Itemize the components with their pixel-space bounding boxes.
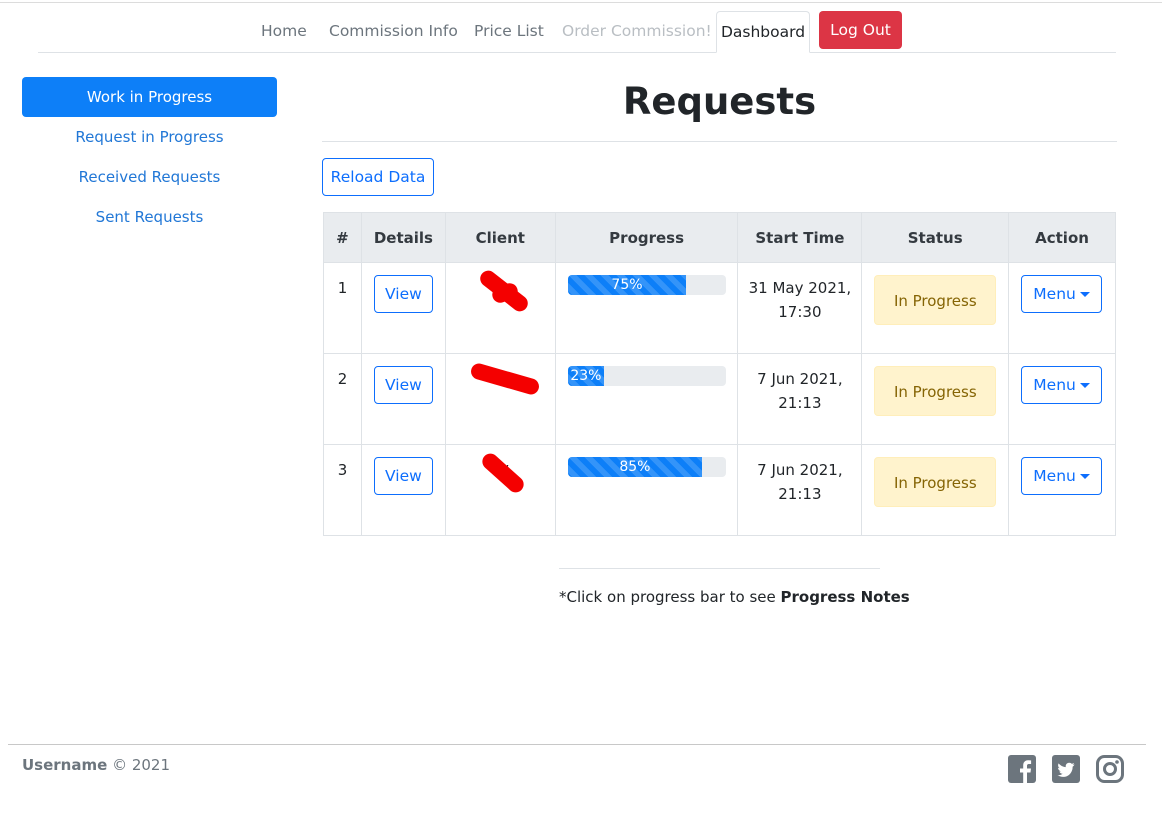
progress-cell: 23% — [554, 353, 739, 445]
header-client: Client — [444, 212, 556, 263]
nav-home[interactable]: Home — [261, 22, 307, 40]
sidebar-item-work-in-progress[interactable]: Work in Progress — [22, 77, 277, 117]
row-number: 2 — [323, 353, 362, 445]
instagram-icon[interactable] — [1096, 755, 1124, 783]
header-progress: Progress — [554, 212, 739, 263]
tab-dashboard[interactable]: Dashboard — [716, 11, 810, 53]
header-number: # — [323, 212, 362, 263]
status-badge: In Progress — [874, 275, 997, 325]
progress-cell: 75% — [554, 262, 739, 354]
view-button[interactable]: View — [373, 275, 433, 313]
start-date: 7 Jun 2021, — [757, 461, 843, 479]
progress-fill: 23% — [567, 366, 605, 386]
note-bold-text: Progress Notes — [780, 588, 910, 606]
start-time: 7 Jun 2021, 21:13 — [737, 353, 863, 445]
progress-note: *Click on progress bar to see Progress N… — [559, 588, 910, 606]
start-time: 31 May 2021, 17:30 — [737, 262, 863, 354]
row-number: 1 — [323, 262, 362, 354]
title-divider — [322, 141, 1117, 142]
client-cell: vuu — [444, 353, 556, 445]
start-clock: 21:13 — [778, 394, 822, 412]
header-start-time: Start Time — [737, 212, 863, 263]
nav-commission-info[interactable]: Commission Info — [329, 22, 458, 40]
menu-dropdown-button[interactable]: Menu — [1021, 366, 1103, 404]
view-button[interactable]: View — [373, 366, 433, 404]
nav-price-list[interactable]: Price List — [474, 22, 544, 40]
start-clock: 17:30 — [778, 303, 822, 321]
start-clock: 21:13 — [778, 485, 822, 503]
facebook-icon[interactable] — [1008, 755, 1036, 783]
header-action: Action — [1008, 212, 1116, 263]
sidebar-item-received-requests[interactable]: Received Requests — [22, 157, 277, 197]
table-header-row: # Details Client Progress Start Time Sta… — [323, 212, 1116, 263]
table-row: 2 View vuu 23% 7 Jun 2021, 21:13 In Prog… — [323, 353, 1116, 445]
menu-dropdown-button[interactable]: Menu — [1021, 275, 1103, 313]
client-cell: ke — [444, 262, 556, 354]
menu-label: Menu — [1033, 285, 1076, 303]
progress-bar[interactable]: 85% — [567, 457, 726, 477]
start-date: 31 May 2021, — [748, 279, 852, 297]
footer-year: © 2021 — [107, 756, 171, 774]
start-date: 7 Jun 2021, — [757, 370, 843, 388]
footer-divider — [8, 744, 1146, 745]
progress-fill: 75% — [567, 275, 687, 295]
progress-bar[interactable]: 75% — [567, 275, 726, 295]
menu-label: Menu — [1033, 376, 1076, 394]
start-time: 7 Jun 2021, 21:13 — [737, 444, 863, 536]
row-number: 3 — [323, 444, 362, 536]
page-title: Requests — [622, 80, 817, 123]
note-divider — [559, 568, 880, 569]
caret-down-icon — [1079, 474, 1090, 479]
reload-data-button[interactable]: Reload Data — [322, 158, 434, 196]
footer-copyright: Username © 2021 — [22, 756, 170, 774]
header-details: Details — [360, 212, 446, 263]
logout-button[interactable]: Log Out — [819, 11, 902, 49]
client-cell: vy — [444, 444, 556, 536]
sidebar-item-request-in-progress[interactable]: Request in Progress — [22, 117, 277, 157]
status-badge: In Progress — [874, 366, 997, 416]
menu-dropdown-button[interactable]: Menu — [1021, 457, 1103, 495]
note-text: *Click on progress bar to see — [559, 588, 781, 606]
top-nav: Home Commission Info Price List Order Co… — [38, 0, 1116, 53]
progress-fill: 85% — [567, 457, 703, 477]
caret-down-icon — [1079, 292, 1090, 297]
status-badge: In Progress — [874, 457, 997, 507]
progress-bar[interactable]: 23% — [567, 366, 726, 386]
sidebar-item-sent-requests[interactable]: Sent Requests — [22, 197, 277, 237]
table-row: 1 View ke 75% 31 May 2021, 17:30 In Prog… — [323, 262, 1116, 354]
footer-username: Username — [22, 756, 108, 774]
header-status: Status — [861, 212, 1010, 263]
requests-table: # Details Client Progress Start Time Sta… — [323, 212, 1116, 536]
caret-down-icon — [1079, 383, 1090, 388]
menu-label: Menu — [1033, 467, 1076, 485]
view-button[interactable]: View — [373, 457, 433, 495]
table-row: 3 View vy 85% 7 Jun 2021, 21:13 In Progr… — [323, 444, 1116, 536]
nav-order-commission: Order Commission! — [562, 22, 712, 40]
progress-cell: 85% — [554, 444, 739, 536]
twitter-icon[interactable] — [1052, 755, 1080, 783]
